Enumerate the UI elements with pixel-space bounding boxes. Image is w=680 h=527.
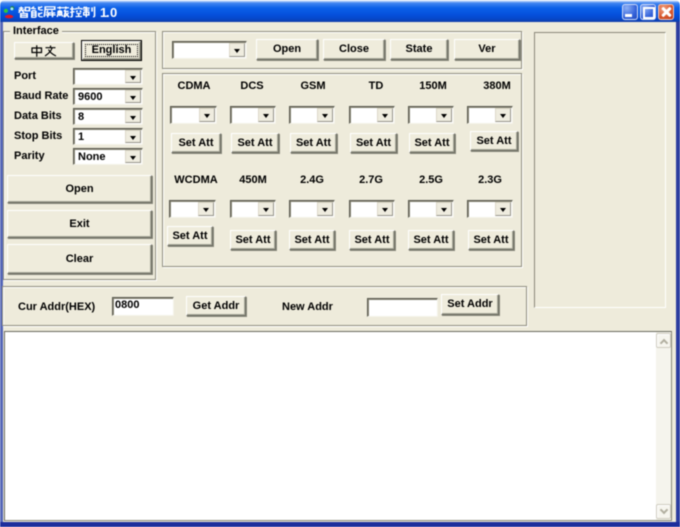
svg-text:0: 0 xyxy=(110,5,117,20)
